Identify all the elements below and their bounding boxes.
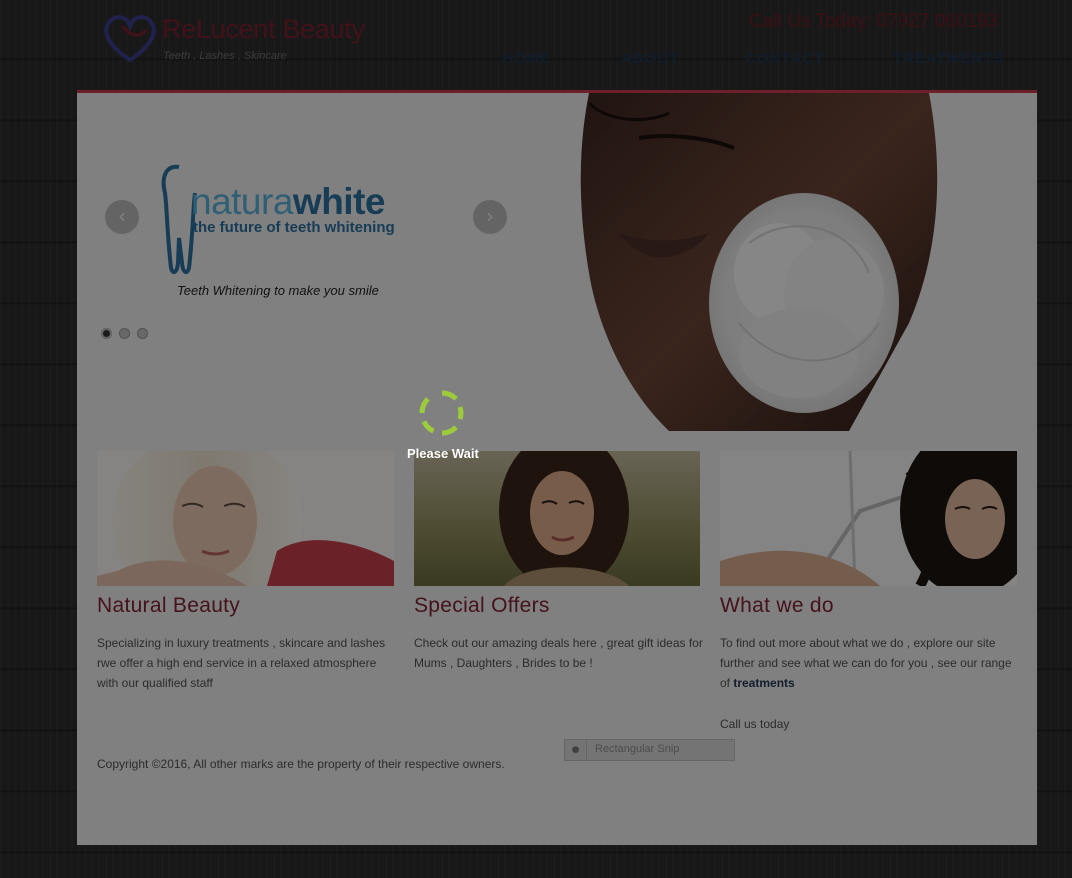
loading-overlay: Please Wait — [0, 0, 1072, 878]
loading-spinner-icon — [419, 390, 464, 436]
please-wait-text: Please Wait — [407, 446, 479, 461]
